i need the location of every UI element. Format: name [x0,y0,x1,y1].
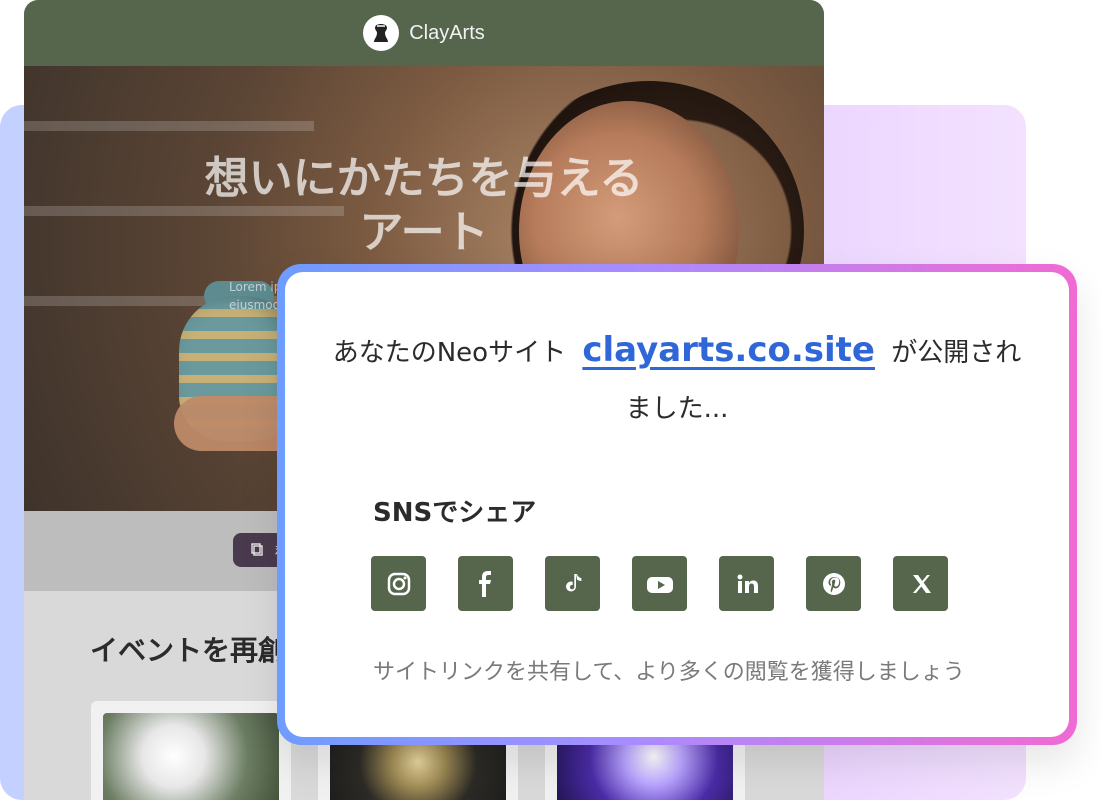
site-domain-link[interactable]: clayarts.co.site [582,330,875,370]
linkedin-icon [737,574,758,593]
youtube-icon [646,576,673,593]
hero-title-line2: アート [359,207,489,258]
x-icon [912,574,931,593]
shelf-line [24,121,314,131]
share-x-button[interactable] [893,556,948,611]
site-brand-name: ClayArts [409,21,485,44]
share-youtube-button[interactable] [632,556,687,611]
publish-message-prefix: あなたのNeoサイト [332,338,567,368]
share-tiktok-button[interactable] [545,556,600,611]
facebook-icon [478,570,491,597]
social-share-icons [371,556,948,611]
hero-subtitle-line2: eiusmod [229,298,281,312]
event-thumbnail[interactable] [91,701,291,800]
publish-message-suffix: が公開され [891,338,1022,368]
hero-title: 想いにかたちを与える アート [164,152,684,260]
hero-title-line1: 想いにかたちを与える [204,153,644,204]
copy-icon [251,543,263,556]
instagram-icon [387,572,410,595]
hero-subtitle-line1: Lorem ip [229,280,282,294]
publish-message-line1: あなたのNeoサイト clayarts.co.site が公開され [332,322,1022,381]
share-linkedin-button[interactable] [719,556,774,611]
share-facebook-button[interactable] [458,556,513,611]
publish-message: あなたのNeoサイト clayarts.co.site が公開され ました... [332,322,1022,437]
site-header: ClayArts [24,0,824,66]
share-hint-text: サイトリンクを共有して、より多くの閲覧を獲得しましょう [373,660,965,685]
pinterest-icon [822,572,845,595]
share-instagram-button[interactable] [371,556,426,611]
publish-dialog: あなたのNeoサイト clayarts.co.site が公開され ました...… [285,272,1069,737]
events-section-title: イベントを再創 [90,634,287,667]
publish-message-line2: ました... [625,394,729,424]
share-pinterest-button[interactable] [806,556,861,611]
hero-subtitle: Lorem ip eiusmod [229,278,281,314]
pottery-logo-icon [363,15,400,51]
tiktok-icon [565,573,581,591]
event-thumbnail-image [103,713,279,800]
share-section-title: SNSでシェア [373,498,537,528]
